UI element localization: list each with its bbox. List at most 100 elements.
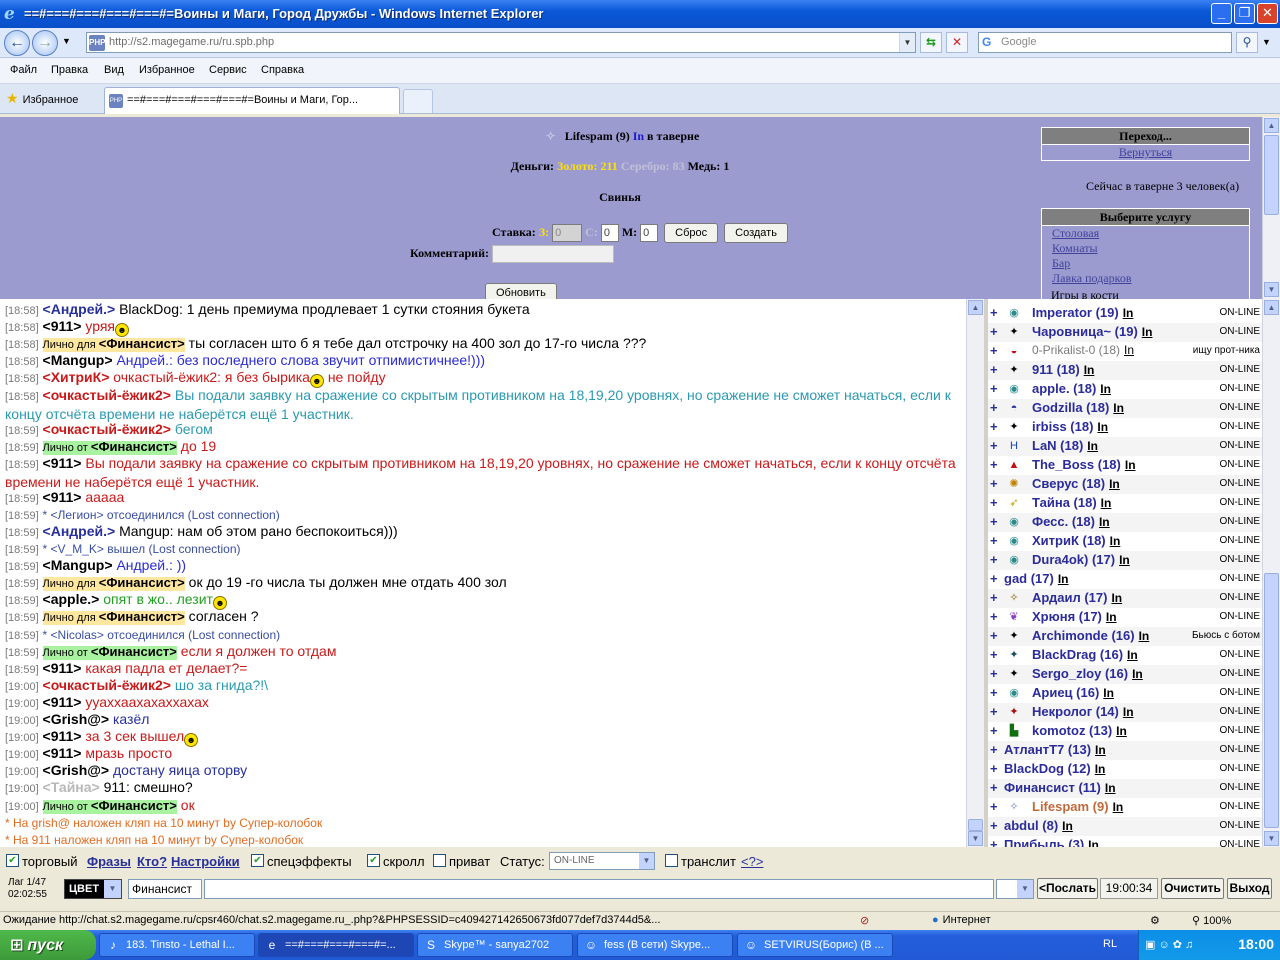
effects-checkbox[interactable]: ✔	[251, 854, 264, 867]
user-in-link[interactable]: In	[1097, 420, 1108, 434]
plus-icon[interactable]: +	[990, 704, 998, 719]
bet-copper-input[interactable]: 0	[640, 224, 659, 242]
taskbar-item[interactable]: ♪ 183. Tinsto - Lethal I...	[99, 933, 255, 957]
start-button[interactable]: ⊞ пуск	[0, 930, 96, 960]
users-scroll-up-icon[interactable]: ▲	[1264, 300, 1279, 315]
user-row[interactable]: + H LaN (18) In ON-LINE	[988, 437, 1262, 456]
user-in-link[interactable]: In	[1123, 705, 1134, 719]
sound-checkbox[interactable]: ✔	[6, 854, 19, 867]
plus-icon[interactable]: +	[990, 457, 998, 472]
user-row[interactable]: + ◉ Imperator (19) In ON-LINE	[988, 304, 1262, 323]
taskbar-item[interactable]: e ==#===#===#===#=...	[258, 933, 414, 957]
user-name[interactable]: Сверус (18) In	[1032, 476, 1120, 491]
user-row[interactable]: + ✧ Ардаил (17) In ON-LINE	[988, 589, 1262, 608]
user-name[interactable]: Archimonde (16) In	[1032, 628, 1149, 643]
user-in-link[interactable]: In	[1132, 667, 1143, 681]
plus-icon[interactable]: +	[990, 780, 998, 795]
chat-scroll-thumb[interactable]	[968, 819, 983, 831]
search-options-icon[interactable]: ▼	[1262, 37, 1271, 47]
color-select[interactable]: ЦВЕТ ▼	[64, 879, 122, 899]
plus-icon[interactable]: +	[990, 666, 998, 681]
service-dining[interactable]: Столовая	[1042, 226, 1249, 241]
nickname[interactable]: <Финансист>	[99, 575, 185, 590]
nickname[interactable]: <очкастый-ёжик2>	[43, 421, 171, 437]
plus-icon[interactable]: +	[990, 495, 998, 510]
user-name[interactable]: Ариец (16) In	[1032, 685, 1114, 700]
user-in-link[interactable]: In	[1105, 781, 1116, 795]
user-row[interactable]: + ◒ 0-Prikalist-0 (18) In ищу прот-ника	[988, 342, 1262, 361]
plus-icon[interactable]: +	[990, 305, 998, 320]
user-name[interactable]: Ардаил (17) In	[1032, 590, 1122, 605]
user-in-link[interactable]: In	[1139, 629, 1150, 643]
plus-icon[interactable]: +	[990, 799, 998, 814]
plus-icon[interactable]: +	[990, 628, 998, 643]
nickname[interactable]: <911>	[43, 455, 82, 471]
user-name[interactable]: apple. (18) In	[1032, 381, 1111, 396]
user-name[interactable]: Godzilla (18) In	[1032, 400, 1124, 415]
plus-icon[interactable]: +	[990, 609, 998, 624]
nickname[interactable]: <Mangup>	[43, 557, 113, 573]
plus-icon[interactable]: +	[990, 685, 998, 700]
user-row[interactable]: + ◉ Dura4ok) (17) In ON-LINE	[988, 551, 1262, 570]
create-button[interactable]: Создать	[724, 223, 788, 243]
close-button[interactable]: ✕	[1257, 3, 1278, 24]
user-row[interactable]: + ❦ Хрюня (17) In ON-LINE	[988, 608, 1262, 627]
user-in-link[interactable]: In	[1142, 325, 1153, 339]
user-name[interactable]: Хрюня (17) In	[1032, 609, 1117, 624]
user-row[interactable]: + BlackDog (12) In ON-LINE	[988, 760, 1262, 779]
user-name[interactable]: ХитриК (18) In	[1032, 533, 1120, 548]
taskbar-item[interactable]: ☺ SETVIRUS(Борис) (В ...	[737, 933, 893, 957]
top-scrollbar[interactable]: ▲ ▼	[1262, 117, 1280, 299]
user-row[interactable]: + Прибыль (3) In ON-LINE	[988, 836, 1262, 847]
user-in-link[interactable]: In	[1113, 401, 1124, 415]
zoom-control[interactable]: ⚲ 100%	[1192, 914, 1231, 927]
stop-icon[interactable]: ✕	[946, 32, 968, 53]
plus-icon[interactable]: +	[990, 343, 998, 358]
scroll-thumb[interactable]	[1264, 135, 1279, 215]
url-field[interactable]: PHP http://s2.magegame.ru/ru.spb.php ▼	[86, 32, 916, 53]
plus-icon[interactable]: +	[990, 362, 998, 377]
user-in-link[interactable]: In	[1116, 724, 1127, 738]
user-row[interactable]: + ◉ ХитриК (18) In ON-LINE	[988, 532, 1262, 551]
user-row[interactable]: + abdul (8) In ON-LINE	[988, 817, 1262, 836]
user-name[interactable]: Чаровница~ (19) In	[1032, 324, 1152, 339]
plus-icon[interactable]: +	[990, 514, 998, 529]
settings-link[interactable]: Настройки	[171, 854, 240, 869]
user-in-link[interactable]: In	[1111, 591, 1122, 605]
plus-icon[interactable]: +	[990, 476, 998, 491]
nickname[interactable]: <911>	[43, 728, 82, 744]
scroll-checkbox[interactable]: ✔	[367, 854, 380, 867]
back-button[interactable]: ←	[4, 30, 30, 56]
user-in-link[interactable]: In	[1124, 343, 1134, 357]
user-name[interactable]: gad (17) In	[1004, 571, 1069, 586]
user-name[interactable]: The_Boss (18) In	[1032, 457, 1136, 472]
plus-icon[interactable]: +	[990, 533, 998, 548]
user-row[interactable]: + gad (17) In ON-LINE	[988, 570, 1262, 589]
users-scrollbar[interactable]: ▲ ▼	[1262, 299, 1280, 847]
user-name[interactable]: Dura4ok) (17) In	[1032, 552, 1130, 567]
nickname[interactable]: <911>	[43, 745, 82, 761]
search-icon[interactable]: ⚲	[1236, 32, 1258, 53]
translit-help-link[interactable]: <?>	[741, 854, 763, 869]
user-in-link[interactable]: In	[1099, 515, 1110, 529]
exit-button[interactable]: Выход	[1227, 878, 1272, 899]
user-name[interactable]: 0-Prikalist-0 (18) In	[1032, 343, 1134, 357]
nickname[interactable]: <Андрей.>	[43, 301, 116, 317]
taskbar-item[interactable]: S Skype™ - sanya2702	[417, 933, 573, 957]
reset-button[interactable]: Сброс	[664, 223, 719, 243]
user-name[interactable]: LaN (18) In	[1032, 438, 1098, 453]
bet-gold-input[interactable]: 0	[552, 224, 583, 242]
user-row[interactable]: + ▙ komotoz (13) In ON-LINE	[988, 722, 1262, 741]
plus-icon[interactable]: +	[990, 552, 998, 567]
user-row[interactable]: + ✦ Чаровница~ (19) In ON-LINE	[988, 323, 1262, 342]
plus-icon[interactable]: +	[990, 400, 998, 415]
user-row[interactable]: + ◉ apple. (18) In ON-LINE	[988, 380, 1262, 399]
nav-back-link[interactable]: Вернуться	[1042, 145, 1249, 160]
user-row[interactable]: + ◉ Ариец (16) In ON-LINE	[988, 684, 1262, 703]
user-name[interactable]: BlackDrag (16) In	[1032, 647, 1138, 662]
comment-input[interactable]	[492, 245, 615, 263]
plus-icon[interactable]: +	[990, 324, 998, 339]
taskbar-item[interactable]: ☺ fess (В сети) Skype...	[577, 933, 733, 957]
user-name[interactable]: Прибыль (3) In	[1004, 837, 1099, 847]
forward-button[interactable]: →	[32, 30, 58, 56]
